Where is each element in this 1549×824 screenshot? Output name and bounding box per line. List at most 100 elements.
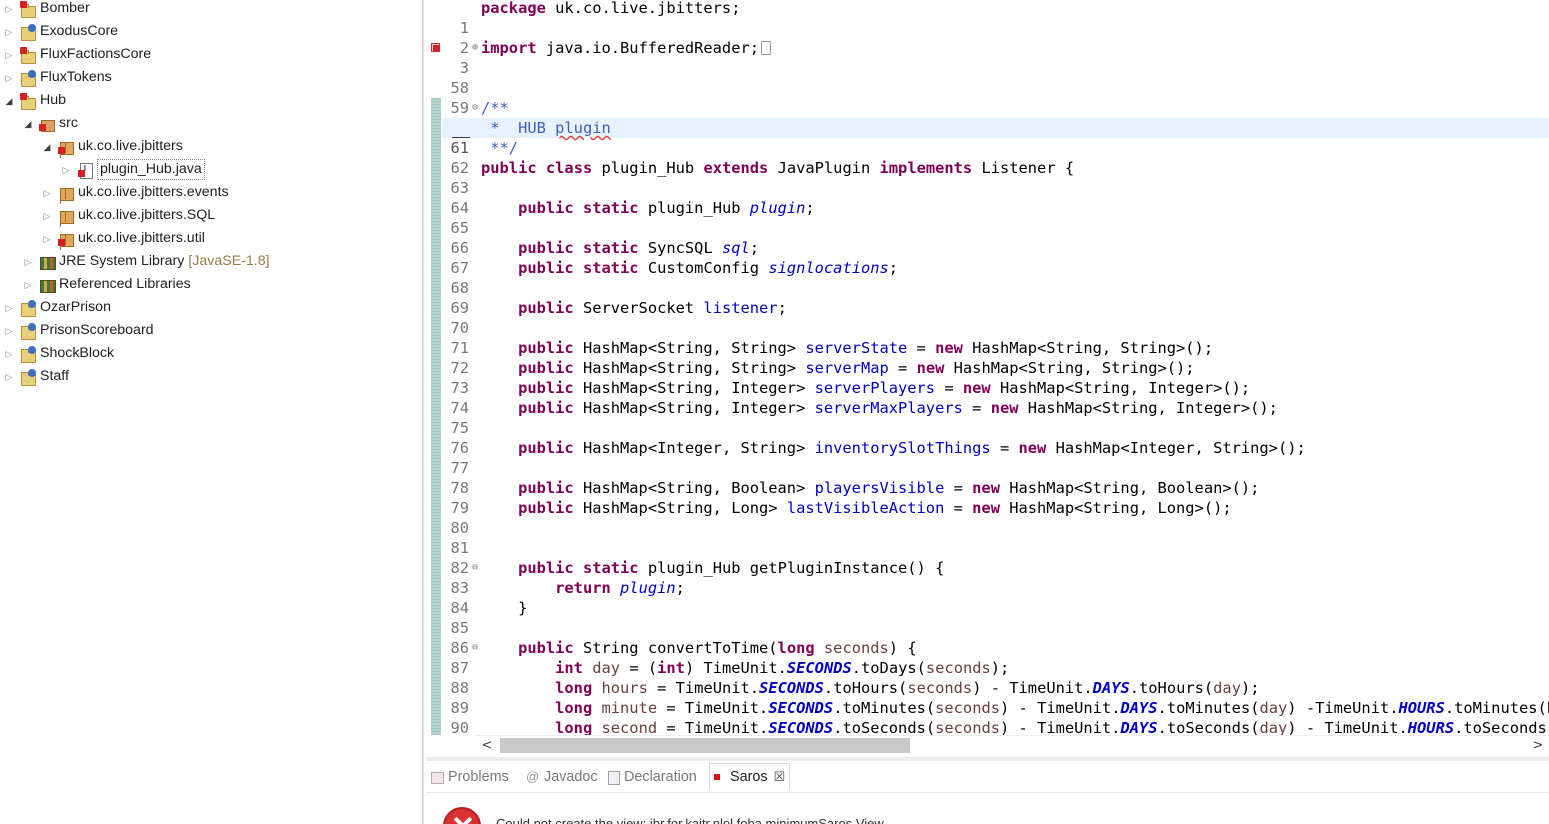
current-code-line[interactable]: 61 * HUB plugin <box>442 118 1549 157</box>
error-icon[interactable] <box>430 42 442 54</box>
code-text: HashMap<String, String> <box>573 339 806 357</box>
code-line[interactable]: 88 int day = (int) TimeUnit.SECONDS.toDa… <box>442 658 1549 697</box>
tree-item-referenced-libraries[interactable]: ▷ Referenced Libraries <box>23 273 191 296</box>
code-line[interactable]: 77 public HashMap<Integer, String> inven… <box>442 438 1549 477</box>
tree-item-shockblock[interactable]: ▷ ShockBlock <box>4 342 114 365</box>
code-line[interactable]: 79 public HashMap<String, Boolean> playe… <box>442 478 1549 517</box>
expand-icon[interactable]: ▷ <box>4 4 14 14</box>
scroll-left-button[interactable]: < <box>476 736 498 755</box>
code-line[interactable]: 73 public HashMap<String, String> server… <box>442 358 1549 397</box>
code-line[interactable]: 1 package uk.co.live.jbitters; <box>442 0 1549 37</box>
code-line[interactable]: 63 public class plugin_Hub extends JavaP… <box>442 158 1549 197</box>
code-line[interactable]: 66 <box>442 218 1549 257</box>
tree-item-hub[interactable]: ◢ Hub <box>4 89 66 112</box>
folded-region-box[interactable] <box>761 40 771 55</box>
tree-item-src[interactable]: ◢ src <box>23 112 78 135</box>
code-line[interactable]: 91 long second = TimeUnit.SECONDS.toSeco… <box>442 718 1549 735</box>
tree-item-ozarprison[interactable]: ▷ OzarPrison <box>4 296 111 319</box>
code-text: plugin_Hub <box>638 199 750 217</box>
collapse-fold-icon[interactable]: ⊖ <box>470 98 480 118</box>
expand-icon[interactable]: ▷ <box>23 257 33 267</box>
code-line[interactable]: 76 <box>442 418 1549 457</box>
spelling-error[interactable]: plugin <box>555 119 611 137</box>
expand-fold-icon[interactable]: ⊕ <box>470 38 480 58</box>
code-line[interactable]: 84 return plugin; <box>442 578 1549 617</box>
tree-item-staff[interactable]: ▷ Staff <box>4 365 69 388</box>
tab-declaration[interactable]: Declaration <box>606 763 697 791</box>
code-line[interactable]: 60 ⊖ /** <box>442 98 1549 137</box>
code-line[interactable]: 2 <box>442 18 1549 57</box>
code-line[interactable]: 78 <box>442 458 1549 497</box>
code-line[interactable]: 80 public HashMap<String, Long> lastVisi… <box>442 498 1549 537</box>
code-line[interactable]: 90 long minute = TimeUnit.SECONDS.toMinu… <box>442 698 1549 735</box>
expand-icon[interactable]: ▷ <box>61 165 71 175</box>
code-line[interactable]: 67 public static SyncSQL sql; <box>442 238 1549 277</box>
tree-item-jre-library[interactable]: ▷ JRE System Library [JavaSE-1.8] <box>23 250 270 273</box>
tree-item-package-events[interactable]: ▷ uk.co.live.jbitters.events <box>42 181 229 204</box>
collapse-icon[interactable]: ◢ <box>23 119 33 129</box>
view-divider[interactable] <box>422 0 424 824</box>
code-line[interactable]: 83 ⊖ public static plugin_Hub getPluginI… <box>442 558 1549 597</box>
tab-javadoc[interactable]: Javadoc <box>526 763 598 791</box>
code-line[interactable]: 64 <box>442 178 1549 217</box>
collapse-fold-icon[interactable]: ⊖ <box>470 638 480 658</box>
code-line[interactable]: 82 <box>442 538 1549 577</box>
expand-icon[interactable]: ▷ <box>4 326 14 336</box>
code-line[interactable]: 74 public HashMap<String, Integer> serve… <box>442 378 1549 417</box>
code-line[interactable]: 59 <box>442 78 1549 117</box>
close-icon[interactable]: ☒ <box>774 763 786 791</box>
code-line[interactable]: 81 <box>442 518 1549 557</box>
code-line[interactable]: 58 <box>442 58 1549 97</box>
tree-item-fluxfactionscore[interactable]: ▷ FluxFactionsCore <box>4 43 151 66</box>
tree-item-package-sql[interactable]: ▷ uk.co.live.jbitters.SQL <box>42 204 215 227</box>
scroll-right-button[interactable]: > <box>1527 736 1549 755</box>
tree-item-exoduscore[interactable]: ▷ ExodusCore <box>4 20 118 43</box>
expand-icon[interactable]: ▷ <box>23 280 33 290</box>
code-text: uk.co.live.jbitters; <box>545 0 741 17</box>
code-text: SyncSQL <box>638 239 722 257</box>
collapse-icon[interactable]: ◢ <box>42 142 52 152</box>
code-line[interactable]: 62 **/ <box>442 138 1549 177</box>
code-line[interactable]: 86 <box>442 618 1549 657</box>
expand-icon[interactable]: ▷ <box>4 372 14 382</box>
expand-icon[interactable]: ▷ <box>4 349 14 359</box>
expand-icon[interactable]: ▷ <box>4 303 14 313</box>
code-line[interactable]: 72 public HashMap<String, String> server… <box>442 338 1549 377</box>
tree-item-fluxtokens[interactable]: ▷ FluxTokens <box>4 66 112 89</box>
code-line[interactable]: 89 long hours = TimeUnit.SECONDS.toHours… <box>442 678 1549 717</box>
collapse-icon[interactable]: ◢ <box>4 96 14 106</box>
scrollbar-thumb[interactable] <box>500 738 910 753</box>
expand-icon[interactable]: ▷ <box>4 73 14 83</box>
code-line[interactable]: 3 ⊕ import java.io.BufferedReader; <box>442 38 1549 77</box>
code-line[interactable]: 65 public static plugin_Hub plugin; <box>442 198 1549 237</box>
code-line[interactable]: 71 <box>442 318 1549 357</box>
horizontal-scrollbar[interactable]: < > <box>476 735 1549 754</box>
tree-item-plugin-hub-java[interactable]: ▷ J plugin_Hub.java <box>61 158 205 181</box>
code-area[interactable]: 1 package uk.co.live.jbitters; 2 3 ⊕ imp… <box>442 0 1549 735</box>
tree-item-decoration: [JavaSE-1.8] <box>188 253 270 269</box>
project-folder-icon <box>20 299 36 317</box>
expand-icon[interactable]: ▷ <box>4 50 14 60</box>
tree-item-prisonscoreboard[interactable]: ▷ PrisonScoreboard <box>4 319 154 342</box>
code-line[interactable]: 87 ⊖ public String convertToTime(long se… <box>442 638 1549 677</box>
tab-problems[interactable]: Problems <box>430 763 509 791</box>
code-line[interactable]: 69 <box>442 278 1549 317</box>
expand-icon[interactable]: ▷ <box>42 188 52 198</box>
code-text: ); <box>990 659 1010 677</box>
static-field: plugin <box>620 579 676 597</box>
code-line[interactable]: 75 public HashMap<String, Integer> serve… <box>442 398 1549 437</box>
tree-item-package-util[interactable]: ▷ uk.co.live.jbitters.util <box>42 227 205 250</box>
collapse-fold-icon[interactable]: ⊖ <box>470 558 480 578</box>
code-text: ) - TimeUnit. <box>1000 699 1121 717</box>
code-line[interactable]: 70 public ServerSocket listener; <box>442 298 1549 337</box>
java-editor[interactable]: 1 package uk.co.live.jbitters; 2 3 ⊕ imp… <box>426 0 1549 757</box>
code-line[interactable]: 85 } <box>442 598 1549 637</box>
expand-icon[interactable]: ▷ <box>42 211 52 221</box>
code-text: java.io.BufferedReader; <box>536 39 759 57</box>
tab-saros[interactable]: Saros ☒ <box>709 763 791 791</box>
code-line[interactable]: 68 public static CustomConfig signlocati… <box>442 258 1549 297</box>
tree-item-package-jbitters[interactable]: ◢ uk.co.live.jbitters <box>42 135 183 158</box>
expand-icon[interactable]: ▷ <box>4 27 14 37</box>
tree-item-bomber[interactable]: ▷ Bomber <box>4 0 90 20</box>
expand-icon[interactable]: ▷ <box>42 234 52 244</box>
